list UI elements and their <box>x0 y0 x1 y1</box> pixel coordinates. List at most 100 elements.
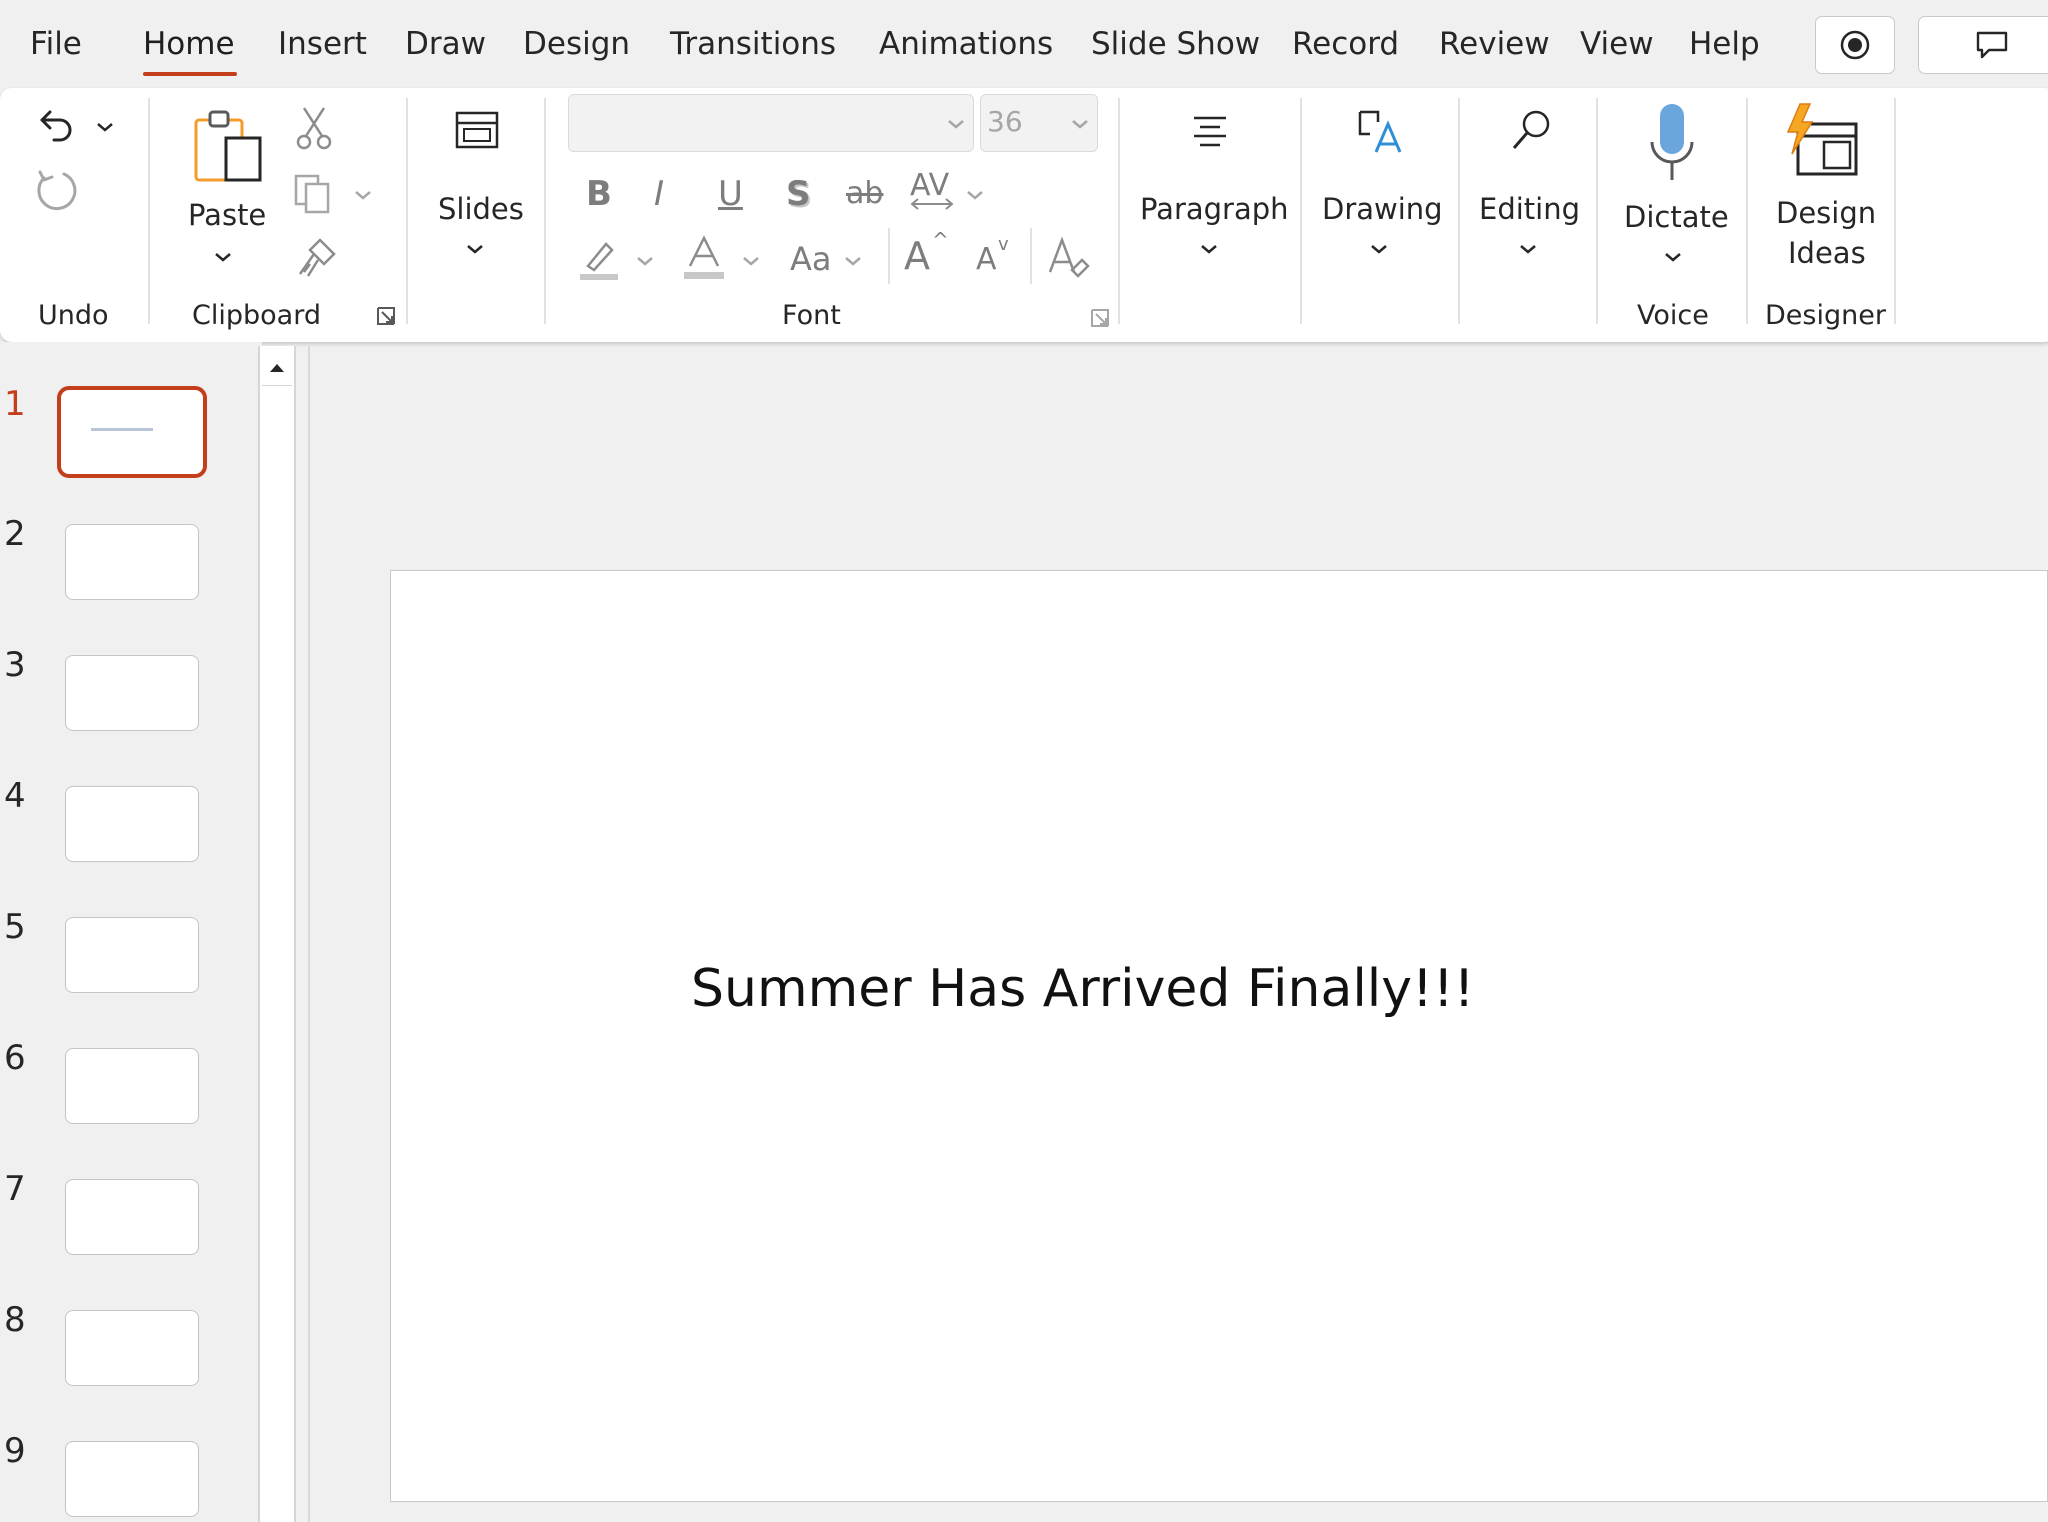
slide-thumbnail-pane: 1 2 3 4 5 6 7 8 9 <box>0 342 262 1522</box>
slide-title-text[interactable]: Summer Has Arrived Finally!!! <box>691 959 1475 1019</box>
slide-number-6: 6 <box>4 1038 26 1078</box>
slide-thumbnail-8[interactable] <box>65 1310 199 1386</box>
tab-draw[interactable]: Draw <box>405 26 486 62</box>
slide-canvas[interactable]: Summer Has Arrived Finally!!! <box>390 570 2048 1502</box>
change-case-dropdown-chevron-icon[interactable] <box>842 254 864 268</box>
search-icon[interactable] <box>1508 108 1554 154</box>
strikethrough-button[interactable]: ab <box>846 176 883 211</box>
font-dialog-launcher-icon[interactable] <box>1090 308 1110 328</box>
new-slide-icon[interactable] <box>454 110 500 150</box>
spacing-dropdown-chevron-icon[interactable] <box>964 188 986 202</box>
thumbnail-scrollbar[interactable] <box>258 346 296 1522</box>
slide-thumbnail-1[interactable] <box>57 386 207 478</box>
italic-button[interactable]: I <box>654 174 664 214</box>
shadow-button[interactable]: S <box>786 174 811 214</box>
pane-divider[interactable] <box>308 346 310 1522</box>
drawing-dropdown-chevron-icon[interactable] <box>1368 242 1390 256</box>
design-ideas-button[interactable]: Design <box>1776 196 1876 230</box>
editing-button[interactable]: Editing <box>1479 192 1580 226</box>
slide-thumbnail-9[interactable] <box>65 1441 199 1517</box>
copy-dropdown-chevron-icon[interactable] <box>352 188 374 202</box>
group-separator <box>148 98 150 324</box>
clipboard-dialog-launcher-icon[interactable] <box>376 306 396 326</box>
tab-animations[interactable]: Animations <box>879 26 1053 62</box>
group-label-clipboard: Clipboard <box>192 300 321 331</box>
dictate-button[interactable]: Dictate <box>1624 200 1729 234</box>
tab-view[interactable]: View <box>1580 26 1654 62</box>
slide-number-9: 9 <box>4 1431 26 1471</box>
font-name-combobox[interactable] <box>568 94 974 152</box>
format-painter-icon[interactable] <box>294 236 338 280</box>
tab-transitions[interactable]: Transitions <box>670 26 836 62</box>
slide-number-4: 4 <box>4 776 26 816</box>
underline-button[interactable]: U <box>718 174 743 214</box>
shrink-font-button[interactable]: A <box>976 242 997 277</box>
slide-thumbnail-6[interactable] <box>65 1048 199 1124</box>
microphone-icon[interactable] <box>1646 102 1698 186</box>
shrink-font-caret-icon: v <box>998 234 1009 255</box>
scroll-up-button[interactable] <box>262 350 292 386</box>
slide-thumbnail-4[interactable] <box>65 786 199 862</box>
slide-number-8: 8 <box>4 1300 26 1340</box>
slide-number-5: 5 <box>4 907 26 947</box>
tab-design[interactable]: Design <box>523 26 630 62</box>
paragraph-dropdown-chevron-icon[interactable] <box>1198 242 1220 256</box>
tab-help[interactable]: Help <box>1689 26 1760 62</box>
comment-icon <box>1976 31 2008 59</box>
font-color-icon[interactable] <box>682 234 726 282</box>
slides-dropdown-chevron-icon[interactable] <box>464 242 486 256</box>
undo-icon[interactable] <box>36 104 78 146</box>
group-separator <box>1300 98 1302 324</box>
group-label-undo: Undo <box>38 300 109 331</box>
design-ideas-icon[interactable] <box>1782 102 1862 182</box>
group-label-designer: Designer <box>1765 300 1886 331</box>
editing-dropdown-chevron-icon[interactable] <box>1517 242 1539 256</box>
paste-icon[interactable] <box>190 106 270 186</box>
font-size-combobox[interactable]: 36 <box>980 94 1098 152</box>
design-ideas-button-line2[interactable]: Ideas <box>1788 236 1866 270</box>
ribbon: Undo Paste Clipboard Slides 36 B I U S a… <box>0 88 2048 342</box>
tab-home[interactable]: Home <box>143 26 235 62</box>
font-color-dropdown-chevron-icon[interactable] <box>740 254 762 268</box>
drawing-shapes-icon[interactable] <box>1356 108 1404 156</box>
group-separator <box>544 98 546 324</box>
redo-icon[interactable] <box>34 168 80 214</box>
slide-thumbnail-7[interactable] <box>65 1179 199 1255</box>
highlight-color-icon[interactable] <box>576 236 622 282</box>
slide-thumbnail-5[interactable] <box>65 917 199 993</box>
slide-thumbnail-2[interactable] <box>65 524 199 600</box>
group-separator <box>406 98 408 324</box>
group-separator <box>1458 98 1460 324</box>
font-size-dropdown-chevron-icon[interactable] <box>1069 117 1091 131</box>
paste-dropdown-chevron-icon[interactable] <box>212 250 234 264</box>
paragraph-button[interactable]: Paragraph <box>1140 192 1289 226</box>
bold-button[interactable]: B <box>586 174 612 214</box>
tab-record[interactable]: Record <box>1292 26 1399 62</box>
tab-insert[interactable]: Insert <box>278 26 367 62</box>
group-separator <box>1746 98 1748 324</box>
copy-icon[interactable] <box>292 172 336 216</box>
dictate-dropdown-chevron-icon[interactable] <box>1662 250 1684 264</box>
slide-thumbnail-1-text-preview <box>91 428 153 431</box>
comments-button[interactable] <box>1918 16 2048 74</box>
highlight-dropdown-chevron-icon[interactable] <box>634 254 656 268</box>
group-separator <box>1118 98 1120 324</box>
slide-number-1: 1 <box>4 384 26 424</box>
tab-slide-show[interactable]: Slide Show <box>1091 26 1260 62</box>
undo-dropdown-chevron-icon[interactable] <box>94 120 116 134</box>
grow-font-button[interactable]: A <box>904 234 930 278</box>
cut-icon[interactable] <box>296 106 332 150</box>
tab-review[interactable]: Review <box>1439 26 1550 62</box>
font-name-dropdown-chevron-icon[interactable] <box>945 117 967 131</box>
grow-font-caret-icon: ^ <box>932 228 949 252</box>
clear-formatting-icon[interactable] <box>1044 234 1092 282</box>
slide-thumbnail-3[interactable] <box>65 655 199 731</box>
paragraph-icon[interactable] <box>1190 114 1230 150</box>
drawing-button[interactable]: Drawing <box>1322 192 1443 226</box>
font-size-value: 36 <box>987 105 1023 138</box>
paste-button[interactable]: Paste <box>188 198 266 232</box>
slides-button[interactable]: Slides <box>438 192 524 226</box>
record-button[interactable] <box>1815 16 1895 74</box>
change-case-button[interactable]: Aa <box>790 240 832 278</box>
tab-file[interactable]: File <box>30 26 82 62</box>
